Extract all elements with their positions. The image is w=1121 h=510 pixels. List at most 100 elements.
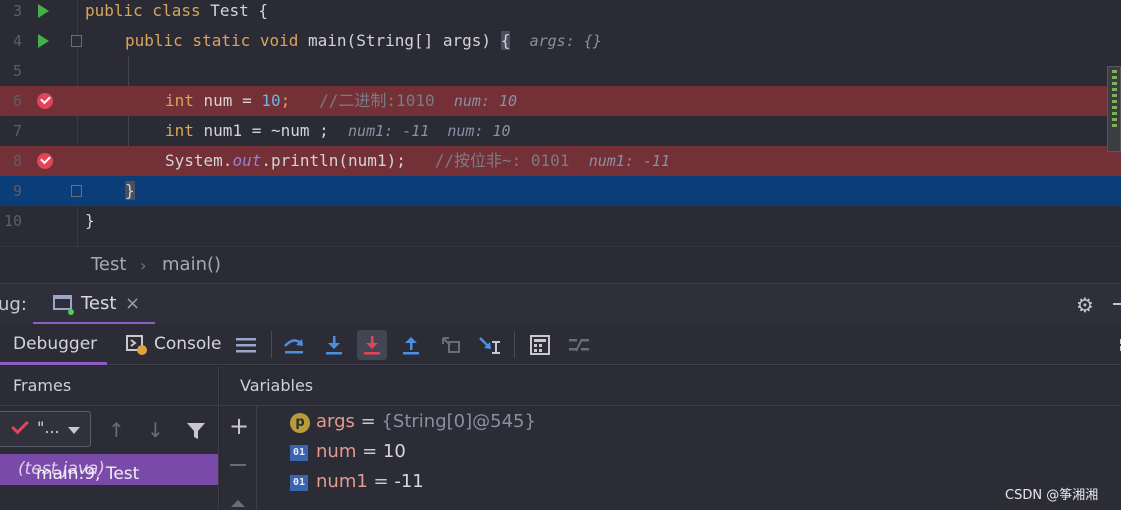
step-out-button[interactable] [396, 330, 426, 360]
variable-text: args = {String[0]@545} [316, 411, 536, 432]
code-line-9-execution-point[interactable]: 9 } [0, 176, 1121, 206]
hide-window-icon[interactable] [1113, 303, 1121, 305]
code-comment: //按位非~: 0101 [434, 151, 570, 170]
code-comment: //二进制:1010 [319, 91, 435, 110]
fold-icon[interactable] [71, 35, 82, 47]
tab-test-session[interactable]: Test × [33, 284, 155, 325]
line-number: 4 [12, 32, 22, 50]
code-line-5[interactable]: 5 [0, 56, 1121, 86]
line-number: 8 [12, 152, 22, 170]
breadcrumb-method[interactable]: main() [162, 254, 221, 275]
code-line-8-breakpoint[interactable]: 8 System.out.println(num1); //按位非~: 0101… [0, 146, 1121, 176]
variables-title: Variables [240, 376, 314, 395]
variables-header: Variables [220, 366, 1121, 406]
step-over-button[interactable] [279, 330, 309, 360]
watermark: CSDN @筝湘湘 [1005, 488, 1099, 503]
parameter-icon: p [290, 413, 310, 433]
toolbar-separator [271, 331, 272, 358]
step-over-icon [284, 339, 303, 354]
run-gutter-icon[interactable] [38, 4, 49, 18]
evaluate-expression-button[interactable] [525, 330, 555, 360]
move-up-icon[interactable] [231, 500, 245, 507]
drop-frame-icon [442, 337, 460, 353]
code-text: } [85, 211, 95, 230]
drop-frame-button[interactable] [436, 330, 466, 360]
add-watch-icon[interactable]: + [229, 412, 249, 440]
fold-icon[interactable] [71, 185, 82, 197]
code-editor[interactable]: 3 public class Test { 4 public static vo… [0, 0, 1121, 246]
debug-title: ug: [0, 294, 27, 315]
code-text: public static void main(String[] args) {… [125, 31, 602, 50]
force-step-into-icon [364, 336, 380, 355]
trace-stream-button[interactable] [564, 330, 594, 360]
code-text: int num = 10; //二进制:1010 num: 10 [165, 91, 518, 110]
frames-panel: Frames "... ↑ ↓ main:9, Test (test.java) [0, 366, 219, 510]
toolbar-separator [514, 331, 515, 358]
run-config-icon [53, 295, 72, 310]
breadcrumb-separator: › [140, 256, 147, 275]
run-to-cursor-icon [479, 337, 500, 354]
variables-panel: Variables + p args = {String[0]@545} 01 … [220, 366, 1121, 510]
arrow-down-icon[interactable]: ↓ [147, 418, 164, 442]
inline-debug-hint: args: {} [529, 32, 602, 50]
inline-debug-hint: num1: -11 [588, 152, 670, 170]
breakpoint-icon[interactable] [37, 153, 53, 169]
layout-options-button[interactable] [1105, 330, 1121, 360]
frames-title: Frames [13, 376, 72, 395]
frames-header: Frames [0, 366, 219, 406]
variable-text: num1 = -11 [316, 471, 424, 492]
console-icon [126, 335, 147, 355]
tab-label: Test [81, 293, 117, 314]
run-to-cursor-button[interactable] [475, 330, 505, 360]
line-number: 7 [12, 122, 22, 140]
code-line-7[interactable]: 7 int num1 = ~num ; num1: -11 num: 10 [0, 116, 1121, 146]
tab-debugger[interactable]: Debugger [0, 324, 107, 365]
stack-frame-row[interactable]: main:9, Test (test.java) [0, 454, 218, 485]
line-number: 10 [3, 212, 22, 230]
code-line-6-breakpoint[interactable]: 6 int num = 10; //二进制:1010 num: 10 [0, 86, 1121, 116]
tab-label: Console [154, 334, 222, 354]
check-icon [11, 416, 29, 435]
inline-debug-hint: num: 10 [453, 92, 518, 110]
breadcrumb: Test › main() [0, 246, 1121, 283]
variable-text: num = 10 [316, 441, 406, 462]
primitive-icon: 01 [290, 445, 308, 461]
error-stripe-indicator[interactable] [1107, 66, 1121, 152]
line-number: 9 [12, 182, 22, 200]
filter-icon[interactable] [186, 421, 206, 441]
thread-selector[interactable]: "... [0, 411, 91, 447]
debug-tool-window-header: ug: Test × ⚙ [0, 283, 1121, 325]
step-out-icon [403, 337, 419, 355]
tab-console[interactable]: Console [126, 324, 222, 365]
breadcrumb-class[interactable]: Test [91, 254, 126, 275]
code-line-10[interactable]: 10 } [0, 206, 1121, 236]
code-text: int num1 = ~num ; num1: -11 num: 10 [165, 121, 511, 140]
show-execution-point-button[interactable] [231, 330, 261, 360]
gear-icon[interactable]: ⚙ [1076, 293, 1094, 317]
stack-frame-label: main:9, Test (test.java) [18, 459, 140, 484]
calculator-icon [530, 335, 550, 355]
list-icon [236, 338, 256, 353]
running-indicator-icon [68, 309, 74, 315]
inline-debug-hint: num1: -11 num: 10 [348, 122, 511, 140]
tab-label: Debugger [13, 334, 98, 354]
variables-side-toolbar: + [220, 406, 257, 510]
debugger-toolbar: Debugger Console [0, 324, 1121, 365]
code-line-4[interactable]: 4 public static void main(String[] args)… [0, 26, 1121, 56]
code-line-3[interactable]: 3 public class Test { [0, 0, 1121, 26]
breakpoint-icon[interactable] [37, 93, 53, 109]
stream-trace-icon [569, 338, 589, 352]
remove-watch-icon[interactable] [230, 464, 246, 466]
code-text: System.out.println(num1); //按位非~: 0101 n… [165, 151, 670, 170]
close-icon[interactable]: × [125, 293, 140, 314]
arrow-up-icon[interactable]: ↑ [108, 418, 125, 442]
step-into-button[interactable] [319, 330, 349, 360]
line-number: 6 [12, 92, 22, 110]
line-number: 5 [12, 62, 22, 80]
thread-name: "... [37, 418, 60, 437]
line-number: 3 [12, 2, 22, 20]
force-step-into-button[interactable] [357, 330, 387, 360]
run-gutter-icon[interactable] [38, 34, 49, 48]
code-text: public class Test { [85, 1, 269, 20]
layout-icon [1120, 339, 1121, 351]
